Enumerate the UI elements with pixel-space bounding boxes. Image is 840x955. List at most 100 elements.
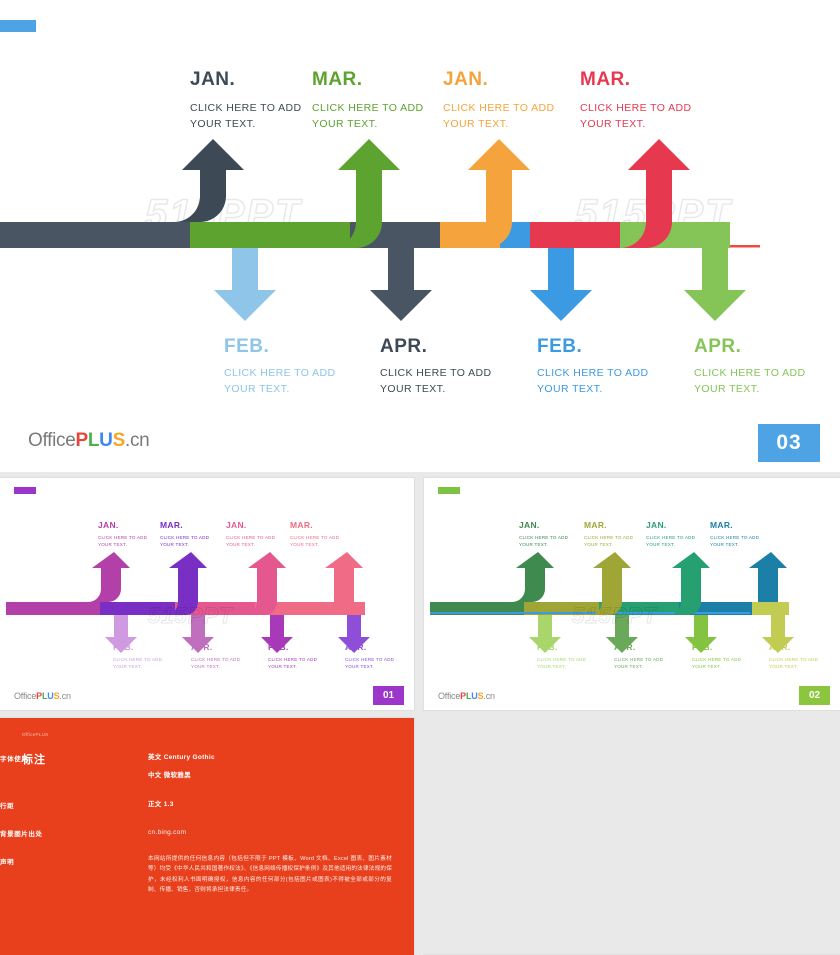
notes-label-english: 英文 Century Gothic bbox=[148, 754, 215, 761]
thumb2-bottom-label-2: APR. CLICK HERE TO ADD YOUR TEXT. bbox=[614, 643, 676, 670]
bottom-body-1: CLICK HERE TO ADD YOUR TEXT. bbox=[224, 367, 336, 396]
top-body-2: CLICK HERE TO ADD YOUR TEXT. bbox=[312, 102, 424, 131]
thumb2-bottom-label-4: APR. CLICK HERE TO ADD YOUR TEXT. bbox=[769, 643, 831, 670]
thumb1-bottom-body-3: CLICK HERE TO ADD YOUR TEXT. bbox=[268, 656, 318, 669]
thumb1-top-label-4: MAR. CLICK HERE TO ADD YOUR TEXT. bbox=[290, 521, 352, 548]
notes-key-linespacing: 行距 bbox=[0, 803, 15, 810]
officeplus-logo[interactable]: OfficePLUS.cn bbox=[28, 430, 150, 452]
thumb1-bottom-label-2: APR. CLICK HERE TO ADD YOUR TEXT. bbox=[191, 643, 253, 670]
thumb1-logo-cn: .cn bbox=[59, 691, 71, 701]
thumbnail-grid: 515PPT JAN. CLICK HERE TO ADD YOUR TEXT. … bbox=[0, 478, 840, 955]
thumb2-top-body-4: CLICK HERE TO ADD YOUR TEXT. bbox=[710, 534, 760, 547]
bottom-body-3: CLICK HERE TO ADD YOUR TEXT. bbox=[537, 367, 649, 396]
page-number-badge: 03 bbox=[758, 424, 820, 462]
notes-brand-label: OfficePLUS bbox=[22, 732, 49, 737]
thumb1-page-badge: 01 bbox=[373, 686, 404, 705]
top-label-4: MAR. CLICK HERE TO ADD YOUR TEXT. bbox=[580, 70, 705, 133]
thumb2-top-label-2: MAR. CLICK HERE TO ADD YOUR TEXT. bbox=[584, 521, 646, 548]
thumb1-top-label-3: JAN. CLICK HERE TO ADD YOUR TEXT. bbox=[226, 521, 288, 548]
notes-value-bgsource: cn.bing.com bbox=[148, 829, 187, 836]
logo-letter-s: S bbox=[112, 430, 126, 451]
thumb1-watermark: 515PPT bbox=[148, 603, 234, 629]
notes-label-body: 正文 1.3 bbox=[148, 801, 174, 808]
thumb2-logo-office: Office bbox=[438, 691, 461, 701]
thumb2-top-label-1: JAN. CLICK HERE TO ADD YOUR TEXT. bbox=[519, 521, 581, 548]
thumb2-top-month-4: MAR. bbox=[710, 520, 733, 530]
top-label-2: MAR. CLICK HERE TO ADD YOUR TEXT. bbox=[312, 70, 437, 133]
logo-cn-text: .cn bbox=[124, 430, 150, 451]
thumb1-top-month-1: JAN. bbox=[98, 520, 119, 530]
thumb2-top-label-4: MAR. CLICK HERE TO ADD YOUR TEXT. bbox=[710, 521, 772, 548]
notes-label-chinese: 中文 微软雅黑 bbox=[148, 772, 191, 779]
thumb1-bottom-month-2: APR. bbox=[191, 642, 213, 652]
bottom-body-4: CLICK HERE TO ADD YOUR TEXT. bbox=[694, 367, 806, 396]
thumb1-bottom-label-3: FEB. CLICK HERE TO ADD YOUR TEXT. bbox=[268, 643, 330, 670]
top-month-3: JAN. bbox=[443, 69, 489, 90]
thumb1-officeplus-logo[interactable]: OfficePLUS.cn bbox=[14, 691, 71, 701]
bottom-month-3: FEB. bbox=[537, 336, 583, 357]
thumb2-top-month-3: JAN. bbox=[646, 520, 667, 530]
thumb1-bottom-body-2: CLICK HERE TO ADD YOUR TEXT. bbox=[191, 656, 241, 669]
thumb1-top-month-3: JAN. bbox=[226, 520, 247, 530]
thumb2-bottom-month-4: APR. bbox=[769, 642, 791, 652]
thumb2-top-month-1: JAN. bbox=[519, 520, 540, 530]
main-slide: 515PPT 515PPT bbox=[0, 0, 840, 472]
thumb1-bottom-label-1: FEB. CLICK HERE TO ADD YOUR TEXT. bbox=[113, 643, 175, 670]
thumb1-top-body-2: CLICK HERE TO ADD YOUR TEXT. bbox=[160, 534, 210, 547]
thumb1-top-month-2: MAR. bbox=[160, 520, 183, 530]
logo-letter-l: L bbox=[87, 430, 100, 451]
bottom-month-2: APR. bbox=[380, 336, 428, 357]
thumb2-top-body-3: CLICK HERE TO ADD YOUR TEXT. bbox=[646, 534, 696, 547]
thumb2-bottom-label-1: FEB. CLICK HERE TO ADD YOUR TEXT. bbox=[537, 643, 599, 670]
thumbnail-notes-panel[interactable]: OfficePLUS 标注 字体使用 英文 Century Gothic 中文 … bbox=[0, 718, 414, 955]
thumb1-bottom-label-4: APR. CLICK HERE TO ADD YOUR TEXT. bbox=[345, 643, 407, 670]
thumb1-bottom-body-4: CLICK HERE TO ADD YOUR TEXT. bbox=[345, 656, 395, 669]
top-body-3: CLICK HERE TO ADD YOUR TEXT. bbox=[443, 102, 555, 131]
thumb1-bottom-month-3: FEB. bbox=[268, 642, 289, 652]
bottom-label-1: FEB. CLICK HERE TO ADD YOUR TEXT. bbox=[224, 337, 349, 398]
thumb2-top-label-3: JAN. CLICK HERE TO ADD YOUR TEXT. bbox=[646, 521, 708, 548]
thumb2-watermark: 515PPT bbox=[572, 603, 658, 629]
notes-key-font: 字体使用 bbox=[0, 756, 29, 763]
thumb1-logo-office: Office bbox=[14, 691, 37, 701]
thumb2-bottom-body-2: CLICK HERE TO ADD YOUR TEXT. bbox=[614, 656, 664, 669]
top-month-4: MAR. bbox=[580, 69, 631, 90]
thumb2-page-badge: 02 bbox=[799, 686, 830, 705]
thumb1-top-body-4: CLICK HERE TO ADD YOUR TEXT. bbox=[290, 534, 340, 547]
thumb2-bottom-body-4: CLICK HERE TO ADD YOUR TEXT. bbox=[769, 656, 819, 669]
top-label-1: JAN. CLICK HERE TO ADD YOUR TEXT. bbox=[190, 70, 310, 133]
thumb2-bottom-body-1: CLICK HERE TO ADD YOUR TEXT. bbox=[537, 656, 587, 669]
bottom-month-1: FEB. bbox=[224, 336, 270, 357]
thumb1-top-label-2: MAR. CLICK HERE TO ADD YOUR TEXT. bbox=[160, 521, 222, 548]
thumb2-bottom-month-1: FEB. bbox=[537, 642, 558, 652]
thumb1-top-label-1: JAN. CLICK HERE TO ADD YOUR TEXT. bbox=[98, 521, 160, 548]
thumb1-top-body-1: CLICK HERE TO ADD YOUR TEXT. bbox=[98, 534, 148, 547]
thumbnail-slide-02[interactable]: 515PPT JAN. CLICK HERE TO ADD YOUR TEXT. … bbox=[424, 478, 840, 710]
top-body-4: CLICK HERE TO ADD YOUR TEXT. bbox=[580, 102, 692, 131]
thumbnail-slide-01[interactable]: 515PPT JAN. CLICK HERE TO ADD YOUR TEXT. … bbox=[0, 478, 414, 710]
thumb2-bottom-month-3: FEB. bbox=[692, 642, 713, 652]
bottom-label-4: APR. CLICK HERE TO ADD YOUR TEXT. bbox=[694, 337, 819, 398]
top-month-1: JAN. bbox=[190, 69, 236, 90]
top-label-3: JAN. CLICK HERE TO ADD YOUR TEXT. bbox=[443, 70, 568, 133]
notes-key-disclaimer: 声明 bbox=[0, 859, 15, 866]
thumb1-bottom-month-4: APR. bbox=[345, 642, 367, 652]
thumb2-bottom-label-3: FEB. CLICK HERE TO ADD YOUR TEXT. bbox=[692, 643, 754, 670]
thumb2-logo-cn: .cn bbox=[483, 691, 495, 701]
bottom-label-3: FEB. CLICK HERE TO ADD YOUR TEXT. bbox=[537, 337, 662, 398]
logo-letter-p: P bbox=[75, 430, 88, 451]
thumb2-top-body-1: CLICK HERE TO ADD YOUR TEXT. bbox=[519, 534, 569, 547]
thumb2-officeplus-logo[interactable]: OfficePLUS.cn bbox=[438, 691, 495, 701]
notes-value-linespacing: 正文 1.3 bbox=[148, 799, 174, 811]
logo-office-text: Office bbox=[28, 430, 76, 451]
notes-value-font-en: 英文 Century Gothic bbox=[148, 752, 215, 764]
bottom-body-2: CLICK HERE TO ADD YOUR TEXT. bbox=[380, 367, 492, 396]
notes-value-font-cn: 中文 微软雅黑 bbox=[148, 770, 191, 782]
thumb1-bottom-month-1: FEB. bbox=[113, 642, 134, 652]
thumb1-top-month-4: MAR. bbox=[290, 520, 313, 530]
up-arrow-jan-1 bbox=[0, 139, 244, 222]
thumb1-top-body-3: CLICK HERE TO ADD YOUR TEXT. bbox=[226, 534, 276, 547]
bottom-label-2: APR. CLICK HERE TO ADD YOUR TEXT. bbox=[380, 337, 505, 398]
notes-key-bgsource: 背景图片出处 bbox=[0, 831, 43, 838]
logo-letter-u: U bbox=[99, 430, 113, 451]
